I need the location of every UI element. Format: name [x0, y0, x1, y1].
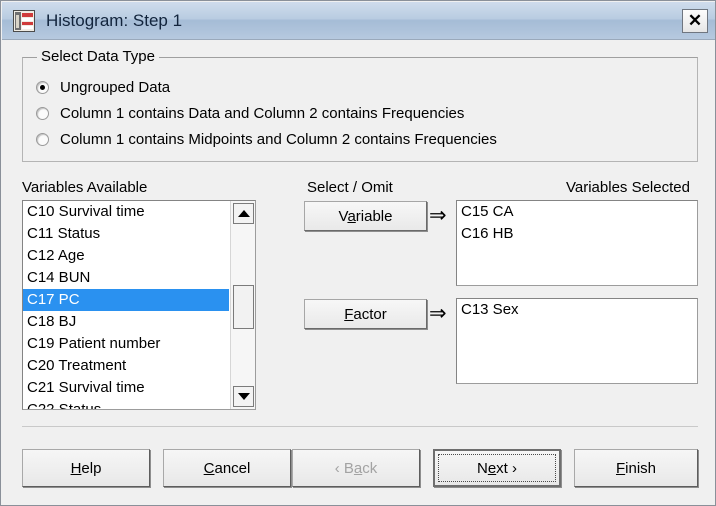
scrollbar-thumb[interactable] — [233, 285, 254, 329]
list-item[interactable]: C20 Treatment — [23, 355, 229, 377]
factor-transfer-arrow-icon: ⇒ — [429, 302, 447, 325]
radio-icon[interactable] — [36, 132, 49, 146]
title-bar: Histogram: Step 1 ✕ — [2, 2, 715, 40]
next-button[interactable]: Next › — [433, 449, 561, 487]
triangle-down-icon[interactable] — [233, 386, 254, 407]
select-data-type-group: Select Data Type Ungrouped Data Column 1… — [22, 48, 698, 162]
factor-button-label: Factor — [344, 305, 387, 323]
back-button: ‹ Back — [292, 449, 420, 487]
group-legend: Select Data Type — [37, 48, 159, 65]
close-icon[interactable]: ✕ — [682, 9, 708, 33]
radio-data-and-frequencies[interactable]: Column 1 contains Data and Column 2 cont… — [36, 103, 464, 123]
list-item[interactable]: C14 BUN — [23, 267, 229, 289]
histogram-icon — [13, 10, 35, 32]
list-item[interactable]: C22 Status — [23, 399, 229, 409]
list-item[interactable]: C19 Patient number — [23, 333, 229, 355]
select-omit-label: Select / Omit — [307, 179, 393, 196]
list-item[interactable]: C10 Survival time — [23, 201, 229, 223]
list-item[interactable]: C21 Survival time — [23, 377, 229, 399]
histogram-step1-dialog: Histogram: Step 1 ✕ Select Data Type Ung… — [0, 0, 716, 506]
triangle-up-icon[interactable] — [233, 203, 254, 224]
list-item[interactable]: C18 BJ — [23, 311, 229, 333]
list-item[interactable]: C13 Sex — [457, 299, 697, 321]
focus-outline — [438, 454, 556, 482]
list-item[interactable]: C15 CA — [457, 201, 697, 223]
variables-selected-listbox[interactable]: C15 CA C16 HB — [456, 200, 698, 286]
cancel-button[interactable]: Cancel — [163, 449, 291, 487]
radio-icon[interactable] — [36, 106, 49, 120]
variable-select-button[interactable]: Variable — [304, 201, 427, 231]
radio-icon[interactable] — [36, 80, 49, 94]
variables-available-listbox[interactable]: C10 Survival time C11 Status C12 Age C14 BU… — [22, 200, 256, 410]
help-button[interactable]: Help — [22, 449, 150, 487]
transfer-arrow-icon: ⇒ — [429, 204, 447, 227]
variables-available-label: Variables Available — [22, 179, 148, 196]
variables-selected-label: Variables Selected — [566, 179, 690, 196]
list-item[interactable]: C12 Age — [23, 245, 229, 267]
list-item[interactable]: C11 Status — [23, 223, 229, 245]
radio-label: Column 1 contains Midpoints and Column 2… — [60, 130, 497, 148]
radio-label: Column 1 contains Data and Column 2 cont… — [60, 104, 465, 122]
window-title: Histogram: Step 1 — [46, 11, 183, 30]
radio-label: Ungrouped Data — [60, 78, 171, 96]
radio-ungrouped-data[interactable]: Ungrouped Data — [36, 77, 170, 97]
list-item[interactable]: C17 PC — [23, 289, 229, 311]
cancel-button-label: Cancel — [203, 459, 251, 477]
factors-selected-listbox[interactable]: C13 Sex — [456, 298, 698, 384]
content-divider — [22, 426, 698, 427]
variable-button-label: Variable — [338, 207, 393, 225]
list-item[interactable]: C16 HB — [457, 223, 697, 245]
factor-select-button[interactable]: Factor — [304, 299, 427, 329]
help-button-label: Help — [70, 459, 102, 477]
back-button-label: ‹ Back — [334, 459, 378, 477]
finish-button[interactable]: Finish — [574, 449, 698, 487]
radio-midpoints-and-frequencies[interactable]: Column 1 contains Midpoints and Column 2… — [36, 129, 497, 149]
listbox-scrollbar[interactable] — [230, 201, 255, 409]
finish-button-label: Finish — [615, 459, 657, 477]
